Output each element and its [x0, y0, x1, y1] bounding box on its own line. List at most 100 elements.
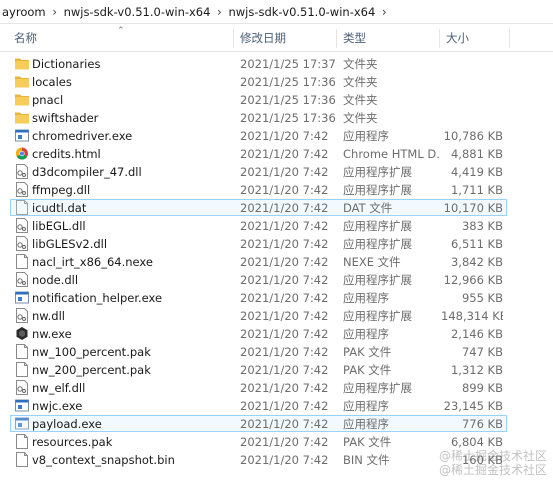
- column-header-size[interactable]: 大小: [446, 26, 469, 51]
- breadcrumb: ayroom › nwjs-sdk-v0.51.0-win-x64 › nwjs…: [0, 0, 553, 24]
- file-type: 应用程序: [343, 291, 389, 305]
- file-row[interactable]: node.dll 2021/1/20 7:42 应用程序扩展 12,966 KB: [0, 271, 553, 289]
- file-row[interactable]: nw_100_percent.pak 2021/1/20 7:42 PAK 文件 74…: [0, 343, 553, 361]
- chrome-icon: [15, 146, 29, 161]
- file-name: nw.exe: [32, 327, 72, 341]
- folder-icon: [15, 92, 29, 107]
- file-modified: 2021/1/20 7:42: [240, 201, 329, 215]
- column-header-modified[interactable]: 修改日期: [240, 26, 286, 51]
- file-row[interactable]: nw.exe 2021/1/20 7:42 应用程序 2,146 KB: [0, 325, 553, 343]
- file-row[interactable]: nacl_irt_x86_64.nexe 2021/1/20 7:42 NEXE 文…: [0, 253, 553, 271]
- column-divider[interactable]: [336, 29, 337, 48]
- file-row[interactable]: libGLESv2.dll 2021/1/20 7:42 应用程序扩展 6,511 K…: [0, 235, 553, 253]
- exe-icon: [15, 128, 29, 143]
- file-type: 应用程序: [343, 327, 389, 341]
- file-type: PAK 文件: [343, 435, 392, 449]
- file-modified: 2021/1/20 7:42: [240, 273, 329, 287]
- file-name: nacl_irt_x86_64.nexe: [32, 255, 153, 269]
- file-row[interactable]: locales 2021/1/25 17:36 文件夹: [0, 73, 553, 91]
- breadcrumb-item[interactable]: nwjs-sdk-v0.51.0-win-x64: [64, 5, 211, 19]
- exe-icon: [15, 416, 29, 431]
- file-icon: [15, 344, 29, 359]
- file-name: d3dcompiler_47.dll: [32, 165, 142, 179]
- column-divider[interactable]: [233, 29, 234, 48]
- file-size: [441, 91, 503, 109]
- file-name: nw_200_percent.pak: [32, 363, 151, 377]
- dll-icon: [15, 380, 29, 395]
- file-type: PAK 文件: [343, 345, 392, 359]
- file-modified: 2021/1/20 7:42: [240, 255, 329, 269]
- file-modified: 2021/1/20 7:42: [240, 147, 329, 161]
- file-row[interactable]: chromedriver.exe 2021/1/20 7:42 应用程序 10,786…: [0, 127, 553, 145]
- file-name: nw.dll: [32, 309, 65, 323]
- file-size: 776 KB: [461, 417, 503, 431]
- file-modified: 2021/1/20 7:42: [240, 381, 329, 395]
- file-row[interactable]: libEGL.dll 2021/1/20 7:42 应用程序扩展 383 KB: [0, 217, 553, 235]
- file-modified: 2021/1/20 7:42: [240, 399, 329, 413]
- file-row[interactable]: resources.pak 2021/1/20 7:42 PAK 文件 6,804 K…: [0, 433, 553, 451]
- file-row[interactable]: v8_context_snapshot.bin 2021/1/20 7:42 BIN…: [0, 451, 553, 469]
- file-icon: [15, 200, 29, 215]
- file-modified: 2021/1/25 17:36: [240, 93, 336, 107]
- file-modified: 2021/1/20 7:42: [240, 129, 329, 143]
- file-type: 应用程序扩展: [343, 165, 412, 179]
- chevron-right-icon[interactable]: ›: [46, 5, 64, 19]
- file-row[interactable]: nwjc.exe 2021/1/20 7:42 应用程序 23,145 KB: [0, 397, 553, 415]
- file-type: 应用程序扩展: [343, 273, 412, 287]
- exe-icon: [15, 398, 29, 413]
- file-row[interactable]: icudtl.dat 2021/1/20 7:42 DAT 文件 10,170 KB: [0, 199, 553, 217]
- column-header-type[interactable]: 类型: [343, 26, 366, 51]
- column-divider[interactable]: [509, 29, 510, 48]
- file-name: libGLESv2.dll: [32, 237, 108, 251]
- file-type: DAT 文件: [343, 201, 393, 215]
- file-type: 应用程序扩展: [343, 219, 412, 233]
- file-name: resources.pak: [32, 435, 113, 449]
- column-header-name[interactable]: 名称: [14, 26, 37, 51]
- sort-up-icon: ⌃: [117, 26, 125, 36]
- file-modified: 2021/1/20 7:42: [240, 165, 329, 179]
- file-row[interactable]: nw_200_percent.pak 2021/1/20 7:42 PAK 文件 1,…: [0, 361, 553, 379]
- file-name: notification_helper.exe: [32, 291, 163, 305]
- file-type: 应用程序扩展: [343, 237, 412, 251]
- file-size: 6,804 KB: [450, 435, 503, 449]
- file-icon: [15, 254, 29, 269]
- column-divider[interactable]: [439, 29, 440, 48]
- file-row[interactable]: notification_helper.exe 2021/1/20 7:42 应用程…: [0, 289, 553, 307]
- file-modified: 2021/1/20 7:42: [240, 435, 329, 449]
- file-row[interactable]: swiftshader 2021/1/25 17:36 文件夹: [0, 109, 553, 127]
- file-type: Chrome HTML D...: [343, 147, 439, 161]
- file-row[interactable]: payload.exe 2021/1/20 7:42 应用程序 776 KB: [0, 415, 553, 433]
- file-row[interactable]: nw.dll 2021/1/20 7:42 应用程序扩展 148,314 KB: [0, 307, 553, 325]
- file-type: 应用程序扩展: [343, 381, 412, 395]
- breadcrumb-item[interactable]: nwjs-sdk-v0.51.0-win-x64: [228, 5, 375, 19]
- file-size: 1,711 KB: [450, 183, 503, 197]
- chevron-right-icon[interactable]: ›: [210, 5, 228, 19]
- dll-icon: [15, 164, 29, 179]
- file-row[interactable]: nw_elf.dll 2021/1/20 7:42 应用程序扩展 899 KB: [0, 379, 553, 397]
- chevron-right-icon[interactable]: ›: [375, 5, 393, 19]
- file-name: credits.html: [32, 147, 101, 161]
- folder-icon: [15, 110, 29, 125]
- file-modified: 2021/1/25 17:36: [240, 75, 336, 89]
- file-type: 应用程序: [343, 417, 389, 431]
- file-row[interactable]: credits.html 2021/1/20 7:42 Chrome HTML D.…: [0, 145, 553, 163]
- file-size: 383 KB: [461, 219, 503, 233]
- file-type: 应用程序扩展: [343, 183, 412, 197]
- file-row[interactable]: ffmpeg.dll 2021/1/20 7:42 应用程序扩展 1,711 KB: [0, 181, 553, 199]
- breadcrumb-item[interactable]: ayroom: [2, 5, 46, 19]
- file-size: [441, 109, 503, 127]
- file-type: 文件夹: [343, 93, 378, 107]
- file-modified: 2021/1/20 7:42: [240, 219, 329, 233]
- file-modified: 2021/1/20 7:42: [240, 363, 329, 377]
- file-modified: 2021/1/20 7:42: [240, 291, 329, 305]
- file-modified: 2021/1/20 7:42: [240, 327, 329, 341]
- file-row[interactable]: Dictionaries 2021/1/25 17:37 文件夹: [0, 55, 553, 73]
- file-name: chromedriver.exe: [32, 129, 133, 143]
- file-row[interactable]: pnacl 2021/1/25 17:36 文件夹: [0, 91, 553, 109]
- file-size: 899 KB: [461, 381, 503, 395]
- file-size: 160 KB: [461, 453, 503, 467]
- file-name: locales: [32, 75, 72, 89]
- file-name: Dictionaries: [32, 57, 101, 71]
- file-row[interactable]: d3dcompiler_47.dll 2021/1/20 7:42 应用程序扩展 4,…: [0, 163, 553, 181]
- dll-icon: [15, 236, 29, 251]
